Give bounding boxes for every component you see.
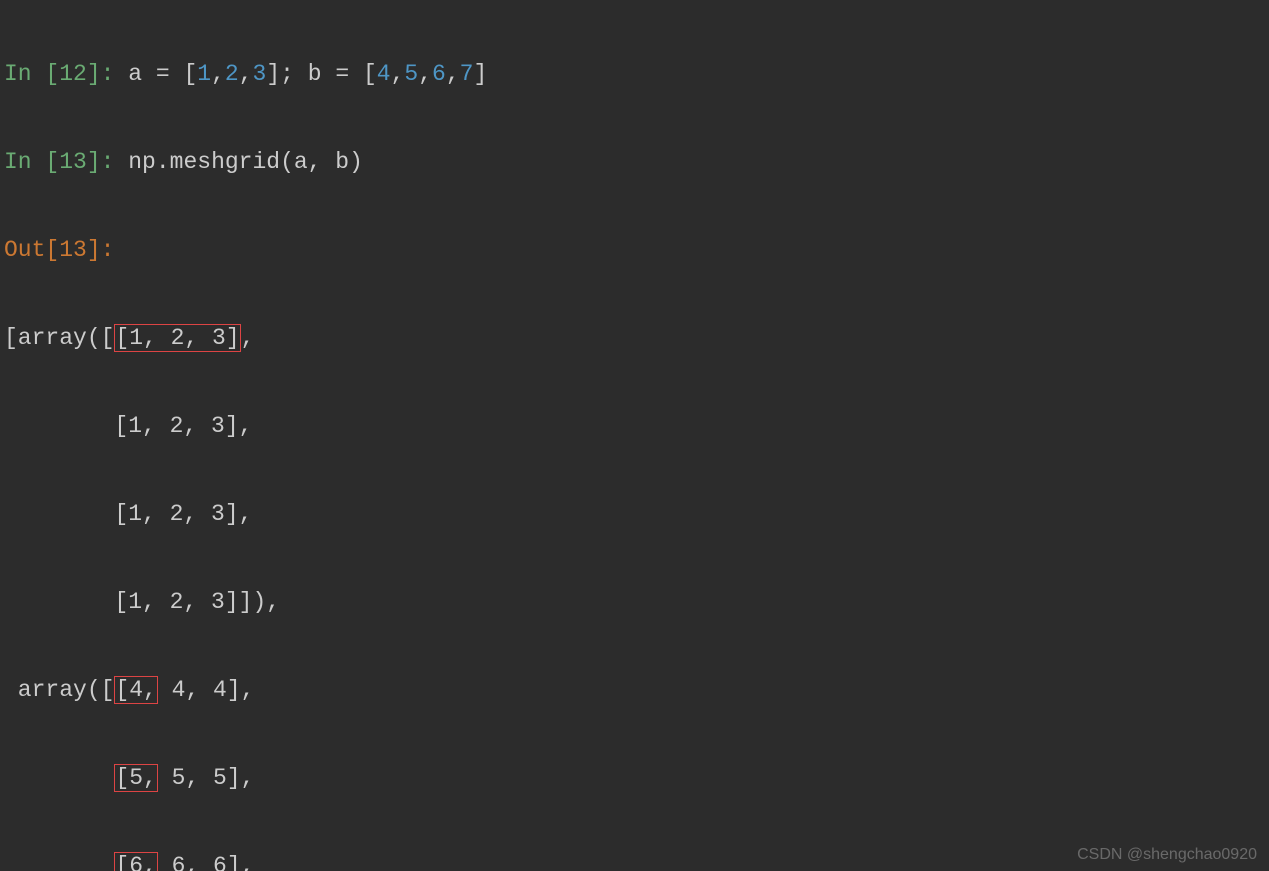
- comma: ,: [391, 61, 405, 87]
- out13-line1: [array([[1, 2, 3],: [4, 316, 1269, 360]
- code-text: ]; b = [: [266, 61, 376, 87]
- number-literal: 1: [197, 61, 211, 87]
- out13-line4: [1, 2, 3]]),: [4, 580, 1269, 624]
- ipython-console[interactable]: In [12]: a = [1,2,3]; b = [4,5,6,7] In […: [0, 0, 1269, 871]
- code-text: a = [: [128, 61, 197, 87]
- cell-in-12: In [12]: a = [1,2,3]; b = [4,5,6,7]: [4, 52, 1269, 96]
- code-text: ]: [473, 61, 487, 87]
- highlight-box: [4,: [114, 676, 157, 704]
- number-literal: 4: [377, 61, 391, 87]
- out-prompt-13: Out[13]:: [4, 228, 1269, 272]
- in-prompt: In [12]:: [4, 61, 128, 87]
- number-literal: 3: [253, 61, 267, 87]
- comma: ,: [211, 61, 225, 87]
- out13-line2: [1, 2, 3],: [4, 404, 1269, 448]
- comma: ,: [418, 61, 432, 87]
- comma: ,: [239, 61, 253, 87]
- code-text: np.meshgrid(a, b): [128, 149, 363, 175]
- number-literal: 5: [404, 61, 418, 87]
- number-literal: 2: [225, 61, 239, 87]
- cell-in-13: In [13]: np.meshgrid(a, b): [4, 140, 1269, 184]
- number-literal: 6: [432, 61, 446, 87]
- number-literal: 7: [460, 61, 474, 87]
- highlight-box: [1, 2, 3]: [114, 324, 240, 352]
- highlight-box: [5,: [114, 764, 157, 792]
- out13-line5: array([[4, 4, 4],: [4, 668, 1269, 712]
- out13-line6: [5, 5, 5],: [4, 756, 1269, 800]
- highlight-box: [6,: [114, 852, 157, 871]
- comma: ,: [446, 61, 460, 87]
- watermark-text: CSDN @shengchao0920: [1077, 845, 1257, 865]
- in-prompt: In [13]:: [4, 149, 128, 175]
- out13-line3: [1, 2, 3],: [4, 492, 1269, 536]
